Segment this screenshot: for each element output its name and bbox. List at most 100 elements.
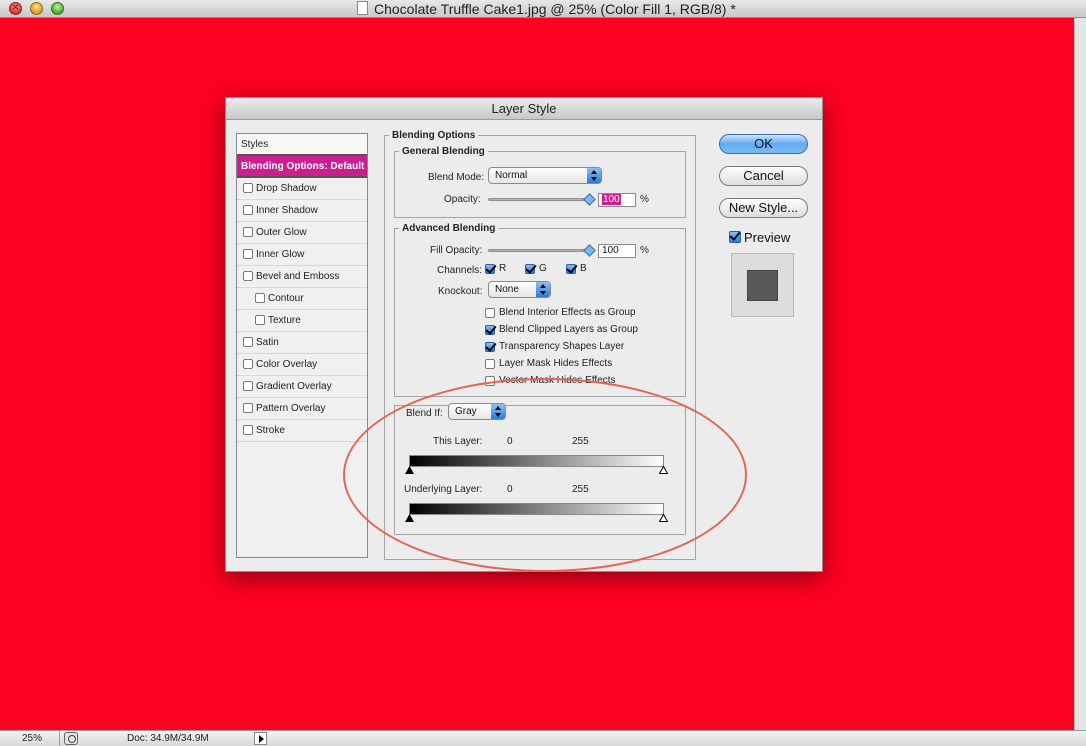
gradient-overlay-checkbox[interactable] xyxy=(243,381,253,391)
bevel-emboss-checkbox[interactable] xyxy=(243,271,253,281)
option-label: Blend Interior Effects as Group xyxy=(499,307,636,318)
inner-shadow-checkbox[interactable] xyxy=(243,205,253,215)
style-item-blending-options[interactable]: Blending Options: Default xyxy=(237,156,367,178)
fill-opacity-label: Fill Opacity: xyxy=(430,245,483,256)
style-item-inner-shadow[interactable]: Inner Shadow xyxy=(237,200,367,222)
style-item-contour[interactable]: Contour xyxy=(237,288,367,310)
transparency-shapes-checkbox[interactable] xyxy=(485,341,495,352)
window-titlebar: Chocolate Truffle Cake1.jpg @ 25% (Color… xyxy=(0,0,1086,18)
opacity-slider[interactable] xyxy=(488,198,594,201)
preview-checkbox[interactable] xyxy=(729,231,741,243)
opacity-field[interactable]: 100 xyxy=(598,193,636,207)
channel-g-checkbox[interactable] xyxy=(525,263,535,274)
style-item-label: Blending Options: Default xyxy=(241,161,365,172)
blend-mode-label: Blend Mode: xyxy=(428,172,485,183)
style-item-texture[interactable]: Texture xyxy=(237,310,367,332)
blending-options-title: Blending Options xyxy=(392,130,476,141)
knockout-value: None xyxy=(495,284,519,295)
satin-checkbox[interactable] xyxy=(243,337,253,347)
status-bar: 25% Doc: 34.9M/34.9M xyxy=(0,730,1086,746)
style-item-drop-shadow[interactable]: Drop Shadow xyxy=(237,178,367,200)
style-item-label: Stroke xyxy=(256,425,285,436)
styles-header[interactable]: Styles xyxy=(237,134,367,156)
channel-r-checkbox[interactable] xyxy=(485,263,495,274)
pattern-overlay-checkbox[interactable] xyxy=(243,403,253,413)
option-label: Transparency Shapes Layer xyxy=(499,341,625,352)
document-proxy-icon[interactable] xyxy=(357,1,368,15)
style-item-label: Pattern Overlay xyxy=(256,403,326,414)
color-overlay-checkbox[interactable] xyxy=(243,359,253,369)
opacity-percent: % xyxy=(640,194,649,205)
style-item-label: Drop Shadow xyxy=(256,183,317,194)
opacity-label: Opacity: xyxy=(444,194,481,205)
style-item-label: Bevel and Emboss xyxy=(256,271,340,282)
outer-glow-checkbox[interactable] xyxy=(243,227,253,237)
style-item-stroke[interactable]: Stroke xyxy=(237,420,367,442)
channel-b-checkbox[interactable] xyxy=(566,263,576,274)
style-item-inner-glow[interactable]: Inner Glow xyxy=(237,244,367,266)
zoom-window-icon[interactable] xyxy=(51,2,64,15)
zoom-level[interactable]: 25% xyxy=(0,731,60,746)
style-item-satin[interactable]: Satin xyxy=(237,332,367,354)
cancel-button[interactable]: Cancel xyxy=(719,166,808,186)
fill-opacity-percent: % xyxy=(640,245,649,256)
blend-interior-checkbox[interactable] xyxy=(485,307,495,318)
style-item-label: Contour xyxy=(268,293,304,304)
window-title: Chocolate Truffle Cake1.jpg @ 25% (Color… xyxy=(374,1,736,17)
fill-opacity-value: 100 xyxy=(602,245,619,256)
fill-opacity-slider[interactable] xyxy=(488,249,594,252)
style-item-label: Satin xyxy=(256,337,279,348)
new-style-button[interactable]: New Style... xyxy=(719,198,808,218)
channel-g-label: G xyxy=(539,263,547,274)
popup-arrows-icon xyxy=(587,168,601,183)
style-item-label: Texture xyxy=(268,315,301,326)
style-item-pattern-overlay[interactable]: Pattern Overlay xyxy=(237,398,367,420)
general-blending-title: General Blending xyxy=(402,146,485,157)
advanced-blending-title: Advanced Blending xyxy=(402,223,496,234)
preview-toggle[interactable]: Preview xyxy=(729,230,790,245)
vertical-scrollbar[interactable] xyxy=(1074,18,1086,730)
texture-checkbox[interactable] xyxy=(255,315,265,325)
fill-opacity-field[interactable]: 100 xyxy=(598,244,636,258)
dialog-title: Layer Style xyxy=(226,98,822,120)
status-info-icon[interactable] xyxy=(64,732,78,745)
style-item-label: Gradient Overlay xyxy=(256,381,332,392)
channel-b[interactable]: B xyxy=(566,263,587,274)
ok-button[interactable]: OK xyxy=(719,134,808,154)
blend-clipped-checkbox[interactable] xyxy=(485,324,495,335)
status-menu-arrow-icon[interactable] xyxy=(254,732,267,745)
layer-mask-hides-checkbox[interactable] xyxy=(485,358,495,369)
style-item-label: Color Overlay xyxy=(256,359,318,370)
minimize-window-icon[interactable] xyxy=(30,2,43,15)
style-item-label: Inner Shadow xyxy=(256,205,318,216)
option-blend-interior[interactable]: Blend Interior Effects as Group xyxy=(485,307,636,318)
contour-checkbox[interactable] xyxy=(255,293,265,303)
knockout-select[interactable]: None xyxy=(488,281,551,298)
option-transparency-shapes[interactable]: Transparency Shapes Layer xyxy=(485,341,624,352)
doc-size: Doc: 34.9M/34.9M xyxy=(127,733,209,744)
blend-mode-select[interactable]: Normal xyxy=(488,167,602,184)
preview-label: Preview xyxy=(744,230,791,245)
option-label: Layer Mask Hides Effects xyxy=(499,358,613,369)
style-item-color-overlay[interactable]: Color Overlay xyxy=(237,354,367,376)
preview-swatch xyxy=(747,270,778,301)
stroke-checkbox[interactable] xyxy=(243,425,253,435)
channel-r-label: R xyxy=(499,263,507,274)
option-blend-clipped[interactable]: Blend Clipped Layers as Group xyxy=(485,324,638,335)
close-window-icon[interactable] xyxy=(9,0,22,15)
popup-arrows-icon xyxy=(536,282,550,297)
annotation-ellipse xyxy=(343,378,747,572)
channel-b-label: B xyxy=(580,263,587,274)
style-item-gradient-overlay[interactable]: Gradient Overlay xyxy=(237,376,367,398)
drop-shadow-checkbox[interactable] xyxy=(243,183,253,193)
channel-r[interactable]: R xyxy=(485,263,506,274)
blend-mode-value: Normal xyxy=(495,170,528,181)
option-label: Blend Clipped Layers as Group xyxy=(499,324,638,335)
inner-glow-checkbox[interactable] xyxy=(243,249,253,259)
channel-g[interactable]: G xyxy=(525,263,547,274)
option-layer-mask-hides[interactable]: Layer Mask Hides Effects xyxy=(485,358,612,369)
channels-label: Channels: xyxy=(437,265,483,276)
style-item-label: Outer Glow xyxy=(256,227,307,238)
style-item-outer-glow[interactable]: Outer Glow xyxy=(237,222,367,244)
style-item-bevel-emboss[interactable]: Bevel and Emboss xyxy=(237,266,367,288)
